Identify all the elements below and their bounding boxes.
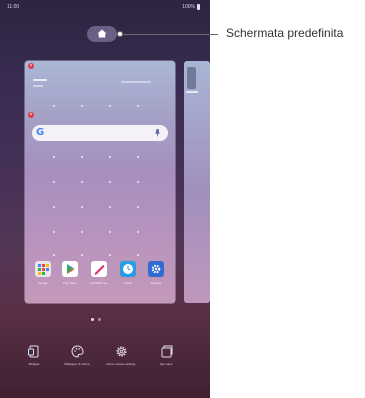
page-dot xyxy=(98,318,101,321)
status-icons: 100% xyxy=(182,0,200,14)
widgets-icon xyxy=(28,345,39,358)
wallpaper-theme-button[interactable]: Wallpaper & theme xyxy=(60,345,94,366)
widget-date-line xyxy=(33,85,43,87)
app-label: Play Store xyxy=(63,281,77,285)
google-logo-icon: G xyxy=(36,127,45,138)
status-bar: 11:00 100% xyxy=(0,0,210,14)
peek-text-line xyxy=(186,91,198,93)
next-home-screen-page[interactable] xyxy=(184,61,210,303)
peek-widget xyxy=(187,67,196,89)
mic-icon[interactable] xyxy=(155,129,160,137)
page-indicator xyxy=(91,318,101,321)
home-screen-page[interactable]: × × G Google Play Store QuickMemo+ Clock… xyxy=(25,61,175,303)
callout-dot xyxy=(117,31,123,37)
app-label: QuickMemo+ xyxy=(90,281,108,285)
battery-percent: 100% xyxy=(182,4,195,10)
phone-screen: 11:00 100% × × G Google Play Store Quick… xyxy=(0,0,210,398)
quickmemo-icon[interactable] xyxy=(91,261,107,277)
app-label: Settings xyxy=(150,281,162,285)
clock-icon[interactable] xyxy=(120,261,136,277)
palette-icon xyxy=(70,345,84,358)
widget-time-line xyxy=(33,79,47,81)
app-label: Google xyxy=(38,281,48,285)
app-tray-icon xyxy=(161,345,172,358)
home-icon xyxy=(97,29,107,38)
widgets-button[interactable]: Widgets xyxy=(17,345,51,366)
remove-search-icon[interactable]: × xyxy=(28,112,34,118)
gear-icon xyxy=(116,346,126,357)
widget-weather-line xyxy=(121,81,151,83)
widgets-label: Widgets xyxy=(28,362,40,366)
app-trays-label: App trays xyxy=(159,362,173,366)
google-search-bar[interactable]: G xyxy=(32,125,168,141)
google-folder-icon[interactable] xyxy=(35,261,51,277)
home-screen-settings-label: Home screen settings xyxy=(106,362,136,366)
default-home-button[interactable] xyxy=(87,26,117,42)
app-label: Clock xyxy=(124,281,132,285)
play-store-icon[interactable] xyxy=(62,261,78,277)
home-screen-settings-button[interactable]: Home screen settings xyxy=(104,345,138,366)
page-dot-active xyxy=(91,318,94,321)
settings-icon[interactable] xyxy=(148,261,164,277)
app-trays-button[interactable]: App trays xyxy=(149,345,183,366)
callout-label: Schermata predefinita xyxy=(226,26,344,40)
callout-line xyxy=(121,34,218,35)
wallpaper-theme-label: Wallpaper & theme xyxy=(64,362,90,366)
battery-icon xyxy=(197,4,200,10)
remove-widget-icon[interactable]: × xyxy=(28,63,34,69)
status-time: 11:00 xyxy=(7,4,20,10)
